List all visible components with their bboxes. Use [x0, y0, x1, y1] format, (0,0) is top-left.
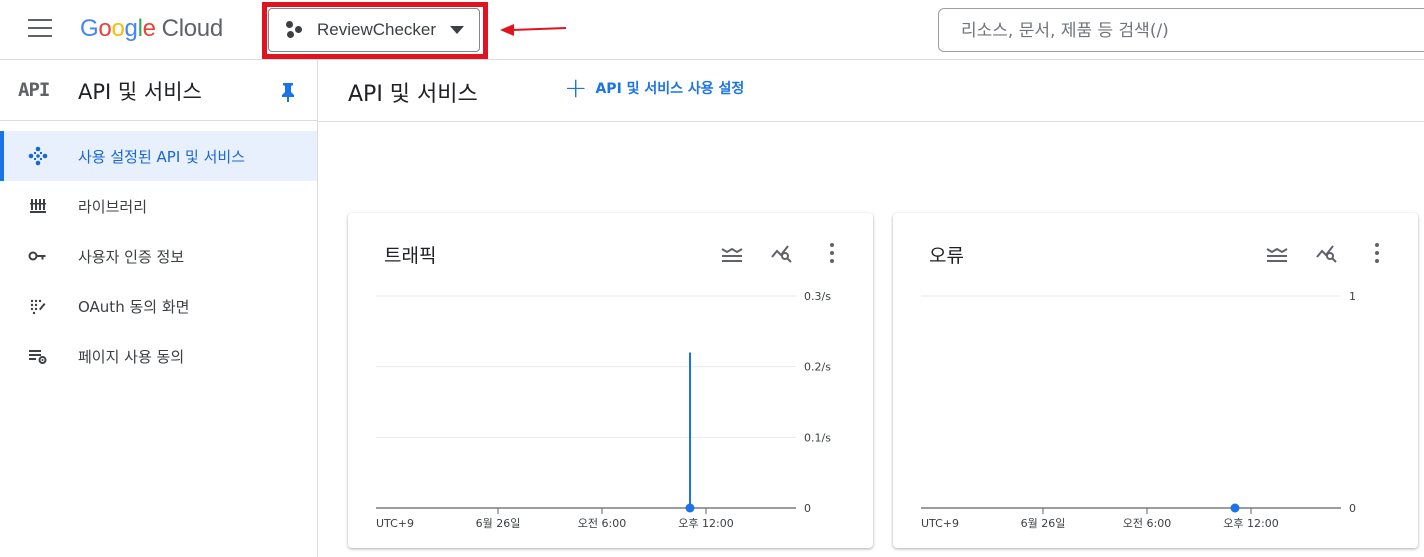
y-tick-label: 0 [1349, 502, 1356, 515]
caret-down-icon [450, 26, 465, 34]
y-tick-label: 0.2/s [804, 361, 831, 374]
data-point [685, 503, 695, 513]
y-tick-label: 0 [804, 502, 811, 515]
diamond-nodes-icon [28, 146, 48, 166]
errors-chart: 1 0 UTC+9 6월 26일 오전 6:00 오후 12:00 [921, 290, 1356, 530]
x-tick-label: 6월 26일 [476, 516, 521, 530]
logo-cloud-text: Cloud [161, 15, 224, 42]
sidebar-title: API 및 서비스 [78, 80, 202, 104]
project-name: ReviewChecker [317, 20, 437, 39]
pin-icon[interactable] [279, 82, 297, 102]
y-tick-label: 0.1/s [804, 431, 831, 444]
search-input[interactable] [959, 19, 1403, 43]
x-tick-label: UTC+9 [376, 517, 414, 530]
key-icon [28, 251, 46, 261]
settings-list-icon [29, 350, 47, 364]
top-bar: Google Cloud ReviewChecker [0, 0, 1424, 60]
red-arrow-annotation [500, 24, 567, 36]
traffic-chart: 0.3/s 0.2/s 0.1/s 0 UTC+9 6월 26일 오전 6:00 오후 12:… [376, 290, 831, 530]
logo-letter: G [80, 15, 99, 42]
logo-letter: o [111, 15, 125, 42]
search-box[interactable] [938, 8, 1424, 52]
y-tick-label: 0.3/s [804, 290, 831, 303]
sidebar-item-label: 라이브러리 [78, 197, 148, 216]
x-tick-label: 오후 12:00 [1223, 517, 1278, 530]
sidebar-item-label: 사용 설정된 API 및 서비스 [78, 147, 246, 166]
google-cloud-logo[interactable]: Google Cloud [80, 15, 223, 43]
oauth-icon [30, 299, 46, 315]
sidebar-item-library[interactable]: 라이브러리 [0, 181, 317, 231]
x-tick-label: 오전 6:00 [578, 517, 626, 530]
plus-icon: + [564, 71, 588, 104]
sidebar-item-label: 페이지 사용 동의 [78, 347, 185, 366]
api-icon: API [18, 79, 50, 101]
x-tick-label: 6월 26일 [1021, 516, 1066, 530]
sidebar-item-oauth-consent[interactable]: OAuth 동의 화면 [0, 281, 317, 331]
sidebar-item-enabled-apis[interactable]: 사용 설정된 API 및 서비스 [0, 131, 317, 181]
sidebar-item-credentials[interactable]: 사용자 인증 정보 [0, 231, 317, 281]
enable-apis-button[interactable]: + API 및 서비스 사용 설정 [564, 71, 745, 104]
sidebar-header: API API 및 서비스 [0, 60, 317, 121]
sidebar-item-page-consent[interactable]: 페이지 사용 동의 [0, 331, 317, 381]
enable-apis-label: API 및 서비스 사용 설정 [595, 81, 745, 97]
y-tick-label: 1 [1349, 290, 1356, 303]
logo-letter: o [98, 15, 112, 42]
logo-letter: g [124, 15, 138, 42]
library-icon [30, 199, 46, 213]
x-tick-label: 오후 12:00 [678, 517, 733, 530]
sidebar-item-label: 사용자 인증 정보 [78, 247, 185, 266]
hamburger-menu-icon[interactable] [28, 19, 54, 39]
errors-card: 오류 1 0 UTC+9 6월 26일 오전 6:00 오후 12:00 [893, 213, 1418, 548]
project-hexagon-icon [286, 21, 304, 39]
x-tick-label: 오전 6:00 [1123, 517, 1171, 530]
data-point [1230, 503, 1240, 513]
sidebar-item-label: OAuth 동의 화면 [78, 297, 190, 316]
x-tick-label: UTC+9 [921, 517, 959, 530]
project-picker-button[interactable]: ReviewChecker [268, 8, 480, 52]
traffic-card: 트래픽 0.3/s 0.2/s 0.1/s 0 UTC+9 6월 26일 오전 6:00 오후… [348, 213, 873, 548]
main-header: API 및 서비스 + API 및 서비스 사용 설정 [318, 60, 1424, 122]
page-title: API 및 서비스 [348, 82, 478, 107]
logo-letter: e [142, 15, 156, 42]
sidebar: API API 및 서비스 사용 설정된 API 및 서비스 라이브러리 사용자… [0, 60, 318, 557]
